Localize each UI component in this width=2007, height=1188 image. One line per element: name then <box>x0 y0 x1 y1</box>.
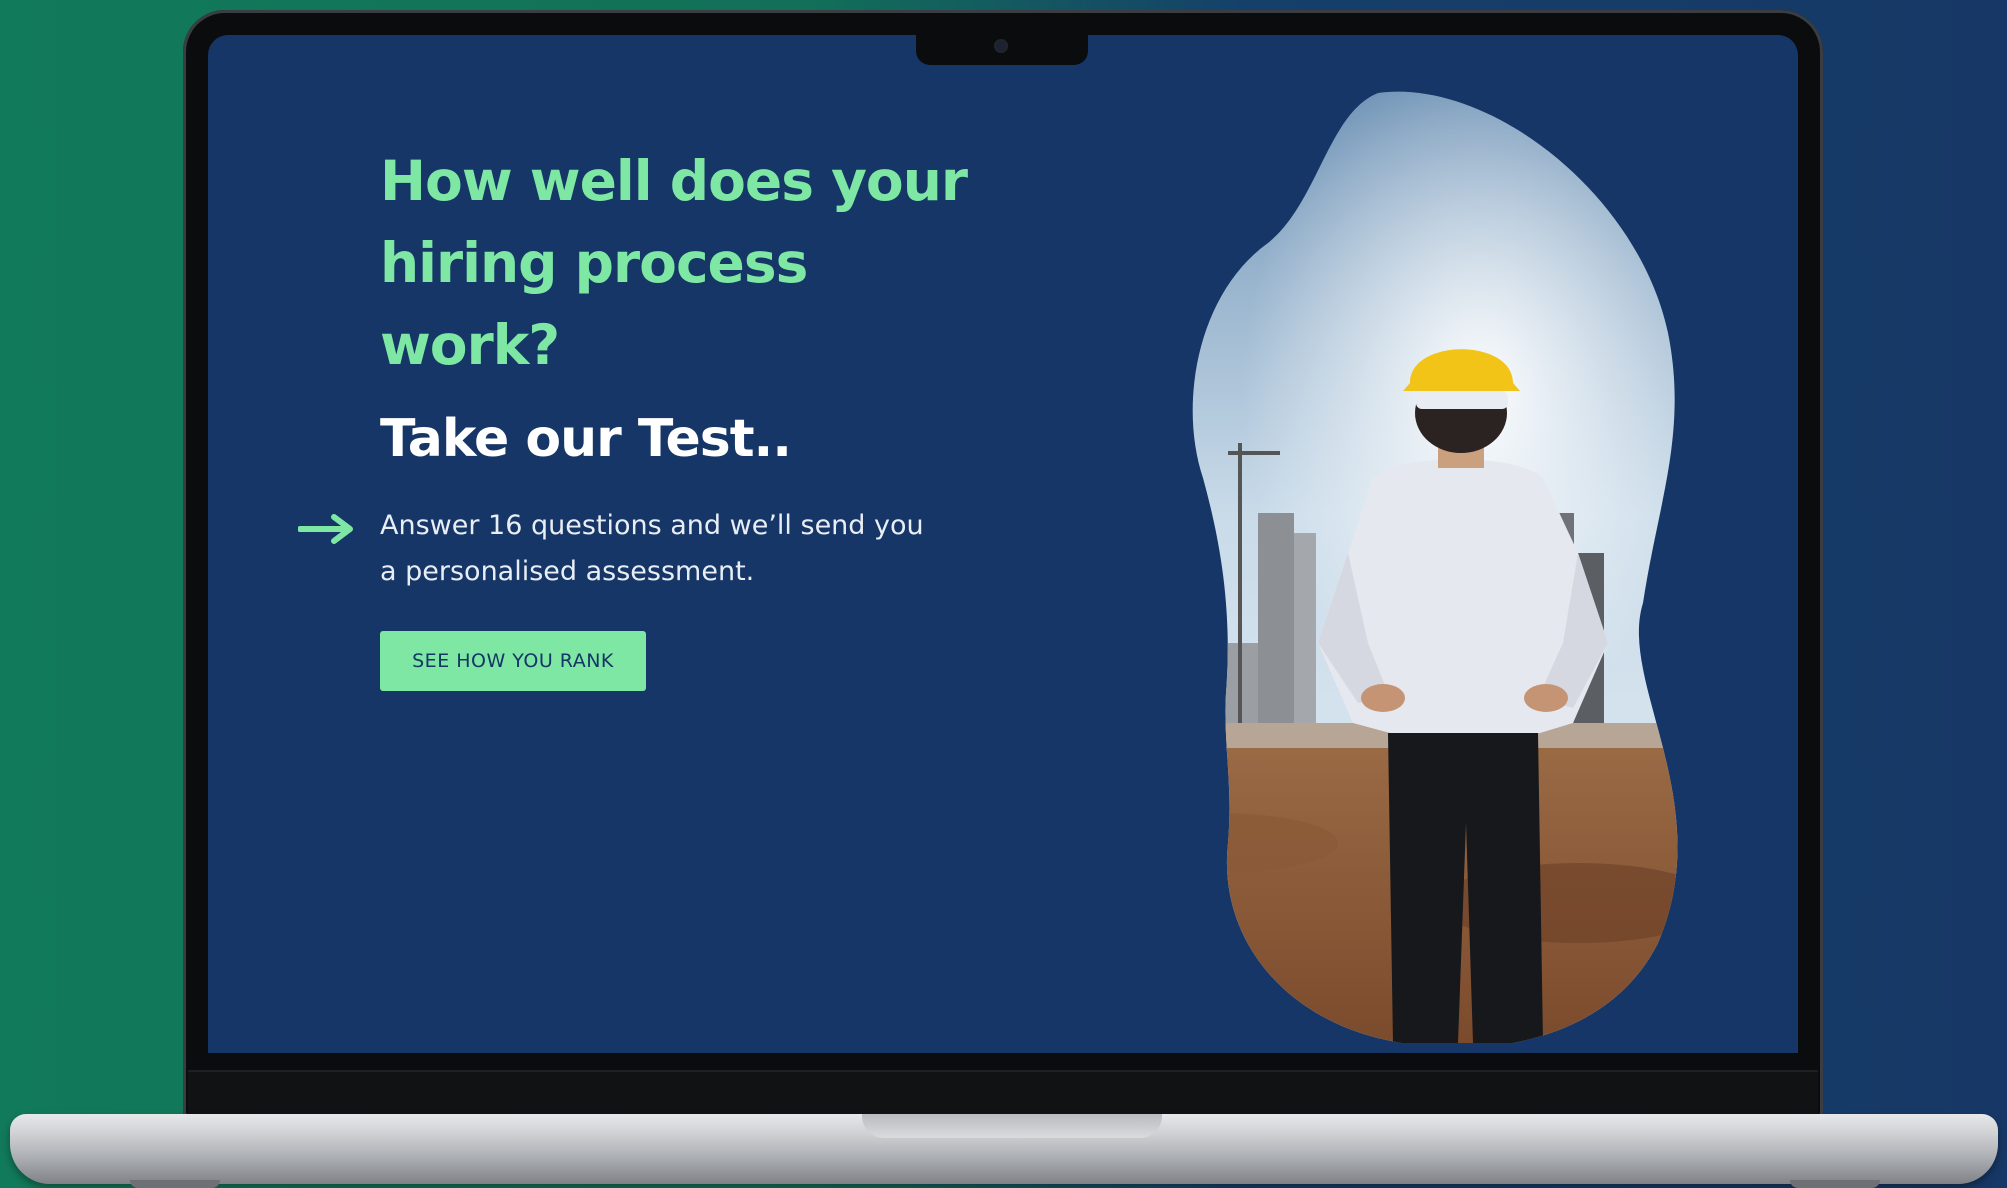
hero-subheadline: Take our Test.. <box>380 409 792 469</box>
laptop-foot <box>1790 1180 1880 1188</box>
arrow-right-icon <box>298 514 353 544</box>
screen-bottom-bezel <box>188 1070 1818 1116</box>
camera-notch <box>916 33 1088 65</box>
camera-icon <box>996 41 1006 51</box>
hero-headline: How well does your hiring process work? <box>380 149 968 377</box>
screen: How well does your hiring process work? … <box>208 35 1798 1053</box>
laptop-base <box>10 1114 1998 1184</box>
lid-opening-notch <box>862 1114 1162 1138</box>
laptop-foot <box>130 1180 220 1188</box>
see-how-you-rank-button[interactable]: SEE HOW YOU RANK <box>380 631 646 691</box>
hero-description: Answer 16 questions and we’ll send you a… <box>380 510 924 587</box>
hero-photo <box>1192 91 1678 1043</box>
